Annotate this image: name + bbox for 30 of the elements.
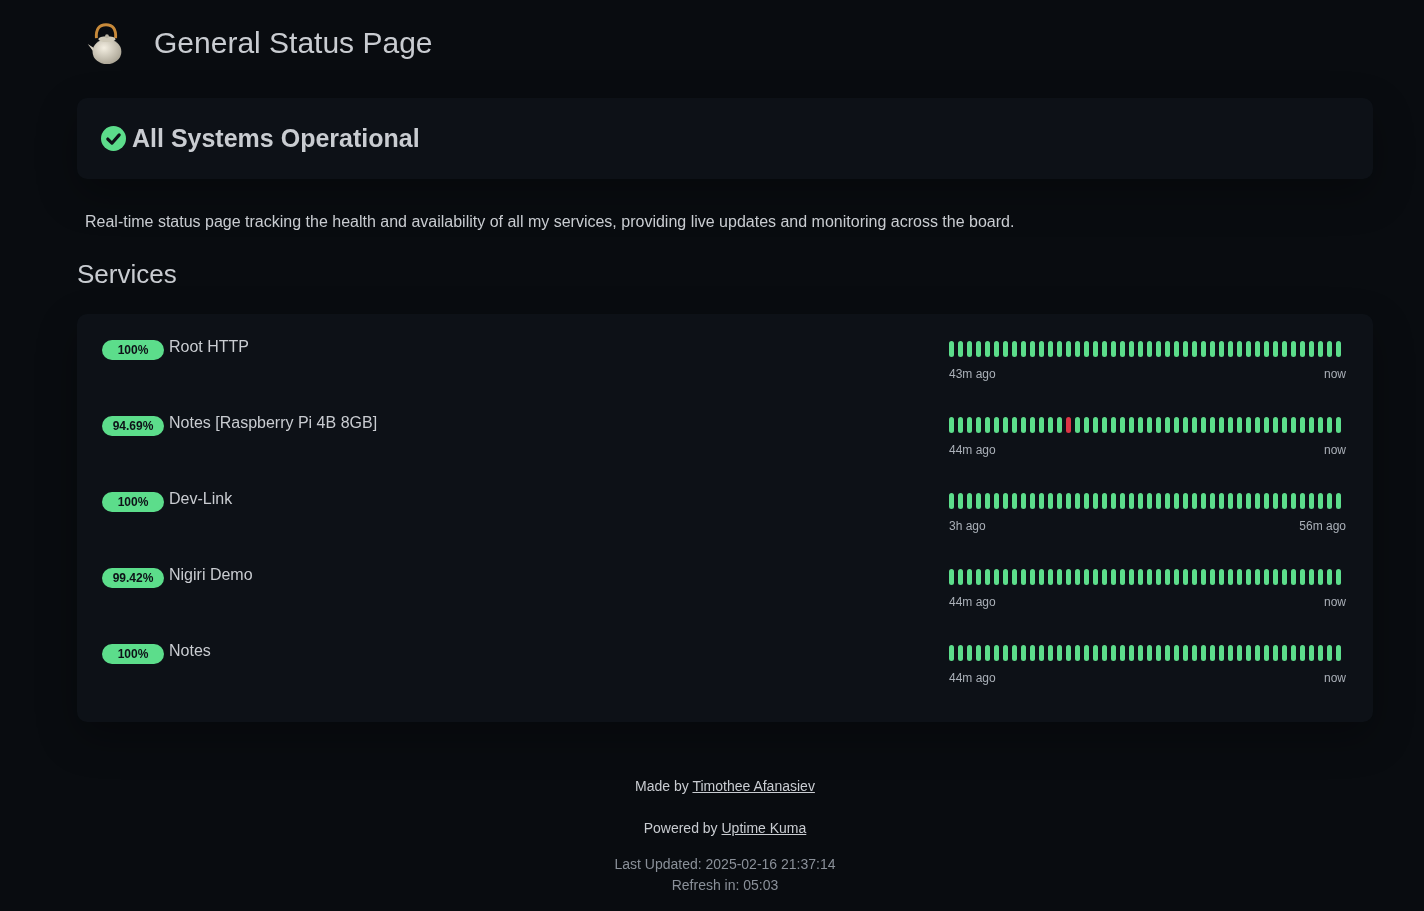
credit-text: Made by Timothee Afanasiev — [634, 778, 816, 794]
uptime-badge: 100% — [102, 492, 164, 512]
time-label: 44m ago — [949, 595, 996, 609]
description-text: Real-time status page tracking the health and availability of all my services, providing live updates and monitoring across the board. — [85, 213, 1016, 231]
uptime-badge: 100% — [102, 644, 164, 664]
service-name: Notes — [169, 642, 211, 660]
uptime-badge: 94.69% — [102, 416, 164, 436]
page-title: General Status Page — [154, 26, 433, 60]
service-name: Nigiri Demo — [169, 566, 253, 584]
time-label: 44m ago — [949, 671, 996, 685]
time-label: now — [1324, 595, 1346, 609]
author-link[interactable]: Timothee Afanasiev — [692, 778, 815, 794]
status-heading: All Systems Operational — [132, 124, 420, 153]
powered-by-text: Powered by Uptime Kuma — [642, 820, 808, 836]
uptime-badge: 99.42% — [102, 568, 164, 588]
time-label: 3h ago — [949, 519, 986, 533]
service-name: Root HTTP — [169, 338, 249, 356]
service-name: Notes [Raspberry Pi 4B 8GB] — [169, 414, 378, 432]
section-heading: Services — [77, 259, 178, 290]
time-label: now — [1324, 367, 1346, 381]
time-label: 56m ago — [1299, 519, 1346, 533]
time-label: 43m ago — [949, 367, 996, 381]
uptime-kuma-link[interactable]: Uptime Kuma — [721, 820, 807, 836]
time-label: now — [1324, 671, 1346, 685]
uptime-badge: 100% — [102, 340, 164, 360]
last-updated-text: Last Updated: 2025-02-16 21:37:14 — [613, 855, 837, 874]
refresh-countdown: Refresh in: 05:03 — [670, 876, 780, 895]
time-label: 44m ago — [949, 443, 996, 457]
service-name: Dev-Link — [169, 490, 233, 508]
time-label: now — [1324, 443, 1346, 457]
